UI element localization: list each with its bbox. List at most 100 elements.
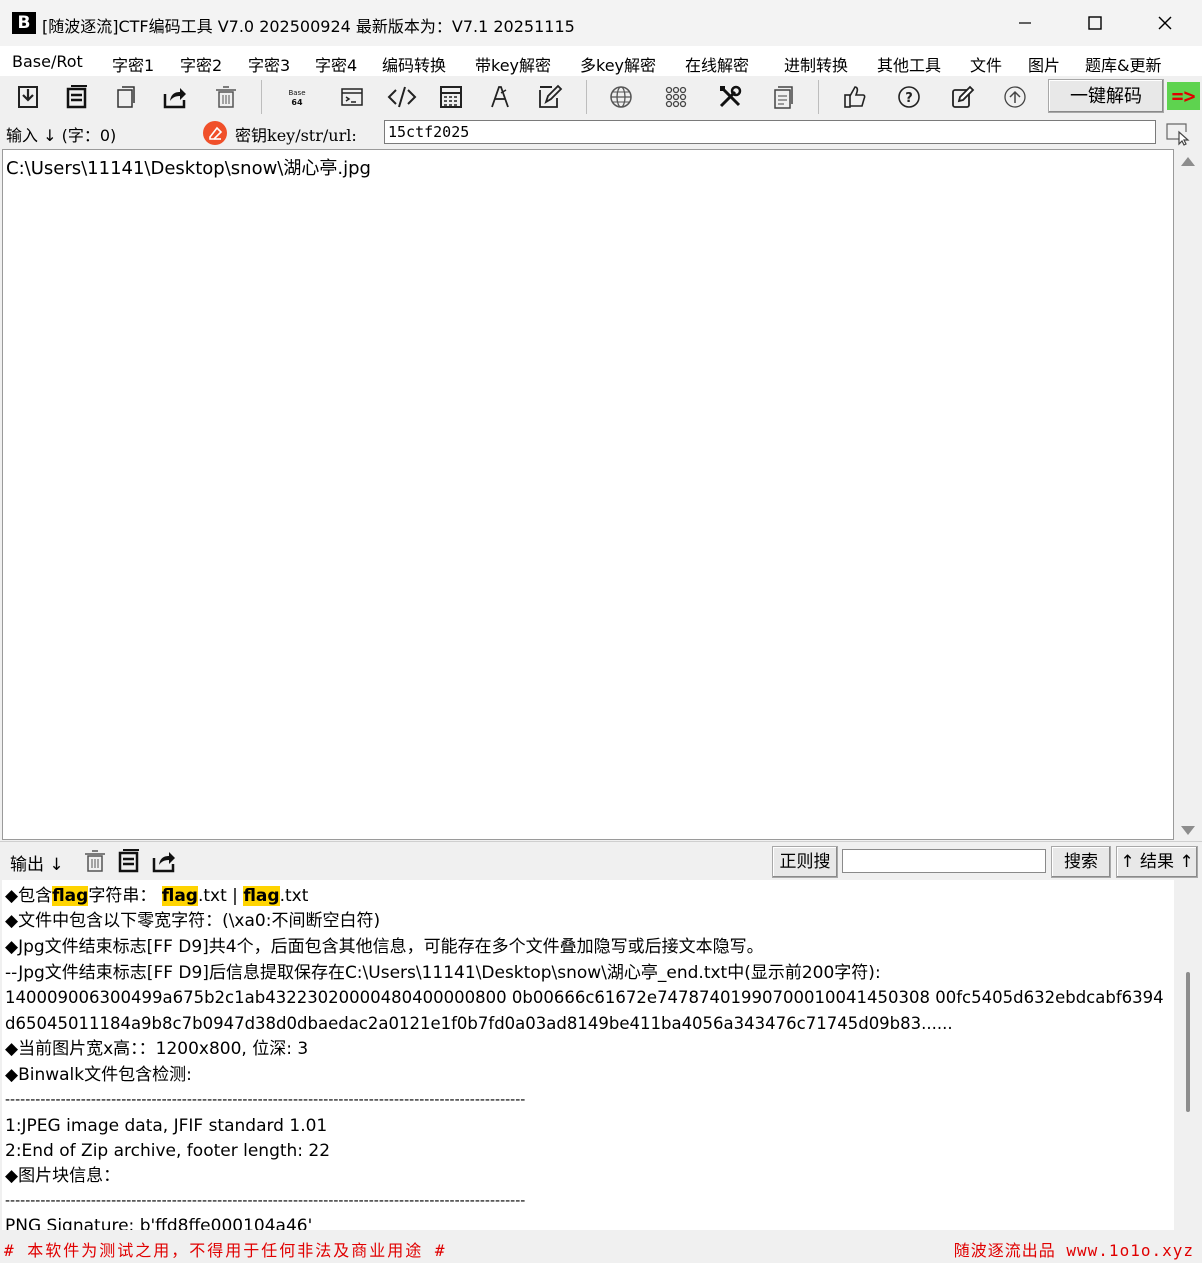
thumbs-up-icon: [844, 86, 866, 108]
highlight-flag: flag: [243, 886, 280, 906]
menu-multikey[interactable]: 多key解密: [580, 52, 656, 76]
highlight-flag: flag: [161, 886, 198, 906]
copy-button[interactable]: [62, 82, 92, 112]
upload-button[interactable]: [1000, 82, 1030, 112]
status-disclaimer: # 本软件为测试之用，不得用于任何非法及商业用途 #: [4, 1241, 447, 1260]
like-button[interactable]: [840, 82, 870, 112]
output-divider: ----------------------------------------…: [5, 1092, 526, 1108]
share-icon: [163, 88, 186, 109]
output-line: 2:End of Zip archive, footer length: 22: [5, 1141, 331, 1161]
input-scrollbar[interactable]: [1176, 149, 1200, 840]
share-button[interactable]: [160, 82, 190, 112]
font-icon: [491, 86, 509, 108]
scroll-down-icon[interactable]: [1181, 826, 1195, 835]
paste-button[interactable]: [111, 82, 141, 112]
key-input[interactable]: 15ctf2025: [384, 120, 1156, 144]
title-bar: B [随波逐流]CTF编码工具 V7.0 202500924 最新版本为：V7.…: [0, 0, 1202, 46]
code-button[interactable]: [387, 82, 417, 112]
edit-button[interactable]: [948, 82, 978, 112]
calculator-icon: [440, 86, 462, 108]
grid-icon: [665, 86, 687, 108]
output-line: ◆Binwalk文件包含检测:: [5, 1065, 192, 1085]
scroll-up-icon[interactable]: [1181, 157, 1195, 166]
menu-image[interactable]: 图片: [1028, 52, 1060, 76]
code-icon: [387, 86, 417, 108]
terminal-icon: [341, 88, 363, 106]
output-label: 输出 ↓: [10, 855, 64, 875]
output-line: PNG Signature: b'ffd8ffe000104a46': [5, 1216, 313, 1230]
maximize-icon: [1088, 16, 1102, 30]
menu-zimi3[interactable]: 字密3: [248, 52, 290, 76]
upload-icon: [1004, 86, 1026, 108]
edit-frame-button[interactable]: [535, 82, 565, 112]
trash-icon: [216, 86, 236, 108]
menu-encoding[interactable]: 编码转换: [382, 52, 446, 76]
status-credit[interactable]: 随波逐流出品 www.1o1o.xyz: [954, 1237, 1194, 1261]
menu-base-rot[interactable]: Base/Rot: [12, 52, 83, 71]
output-line: ◆图片块信息：: [5, 1166, 121, 1186]
menu-file[interactable]: 文件: [970, 52, 1002, 76]
menu-radix[interactable]: 进制转换: [784, 52, 848, 76]
output-line: 1:JPEG image data, JFIF standard 1.01: [5, 1116, 328, 1136]
decode-all-button[interactable]: 一键解码: [1048, 79, 1164, 113]
import-button[interactable]: [13, 82, 43, 112]
help-button[interactable]: ?: [894, 82, 924, 112]
globe-icon: [610, 86, 632, 108]
menu-key-decrypt[interactable]: 带key解密: [475, 52, 551, 76]
scroll-thumb[interactable]: [1186, 972, 1190, 1112]
maximize-button[interactable]: [1060, 0, 1130, 46]
menu-zimi2[interactable]: 字密2: [180, 52, 222, 76]
document-icon: [774, 86, 793, 109]
window-title: [随波逐流]CTF编码工具 V7.0 202500924 最新版本为：V7.1 …: [42, 17, 575, 36]
menu-zimi4[interactable]: 字密4: [315, 52, 357, 76]
output-line: ◆当前图片宽x高：：1200x800, 位深: 3: [5, 1039, 309, 1059]
output-textarea[interactable]: ◆包含flag字符串： flag.txt | flag.txt ◆文件中包含以下…: [2, 880, 1174, 1230]
status-bar: # 本软件为测试之用，不得用于任何非法及商业用途 # 随波逐流出品 www.1o…: [0, 1231, 1202, 1263]
menu-other-tools[interactable]: 其他工具: [877, 52, 941, 76]
paste-icon: [117, 86, 135, 108]
key-icon[interactable]: [203, 121, 227, 145]
edit-frame-icon: [539, 84, 563, 108]
minimize-button[interactable]: [990, 0, 1060, 46]
select-cursor-button[interactable]: [1164, 121, 1192, 147]
input-label: 输入 ↓ (字：0): [6, 126, 117, 145]
base64-button[interactable]: Base 64: [282, 82, 312, 112]
online-button[interactable]: [606, 82, 636, 112]
eraser-icon: [209, 126, 223, 140]
close-button[interactable]: [1130, 0, 1200, 46]
svg-text:64: 64: [291, 98, 303, 107]
result-button[interactable]: ↑ 结果 ↑: [1116, 846, 1198, 878]
search-button[interactable]: 搜索: [1051, 846, 1111, 878]
output-line: --Jpg文件结束标志[FF D9]后信息提取保存在C:\Users\11141…: [5, 963, 881, 983]
trash-icon: [85, 850, 105, 872]
output-share-button[interactable]: [152, 848, 178, 874]
output-header: 输出 ↓ 正则搜 搜索 ↑ 结果 ↑: [0, 841, 1202, 880]
menu-zimi1[interactable]: 字密1: [112, 52, 154, 76]
output-scrollbar[interactable]: [1176, 880, 1200, 1230]
calculator-button[interactable]: [436, 82, 466, 112]
output-divider: ----------------------------------------…: [5, 1193, 526, 1209]
input-header: 输入 ↓ (字：0) 密钥key/str/url: 15ctf2025: [0, 118, 1202, 148]
key-label: 密钥key/str/url:: [235, 126, 357, 145]
clear-button[interactable]: [211, 82, 241, 112]
menu-library-update[interactable]: 题库&更新: [1085, 52, 1161, 76]
font-button[interactable]: [485, 82, 515, 112]
toolbar-separator: [261, 80, 262, 114]
output-clear-button[interactable]: [82, 848, 108, 874]
regex-search-button[interactable]: 正则搜: [772, 846, 838, 878]
output-line: ◆文件中包含以下零宽字符：(\xa0:不间断空白符): [5, 911, 381, 931]
document-button[interactable]: [768, 82, 798, 112]
output-copy-button[interactable]: [116, 848, 142, 874]
search-input[interactable]: [842, 849, 1046, 873]
arrow-indicator[interactable]: =>: [1167, 82, 1200, 110]
close-icon: [1158, 16, 1172, 30]
svg-text:?: ?: [905, 91, 913, 106]
grid-button[interactable]: [661, 82, 691, 112]
share-icon: [152, 852, 175, 873]
input-textarea[interactable]: C:\Users\11141\Desktop\snow\湖心亭.jpg: [2, 149, 1174, 840]
output-line-hex: d65045011184a9b8c7b0947d38d0dbaedac2a012…: [5, 1014, 953, 1033]
help-icon: ?: [898, 86, 920, 108]
menu-online[interactable]: 在线解密: [685, 52, 749, 76]
terminal-button[interactable]: [337, 82, 367, 112]
tools-button[interactable]: [715, 82, 745, 112]
